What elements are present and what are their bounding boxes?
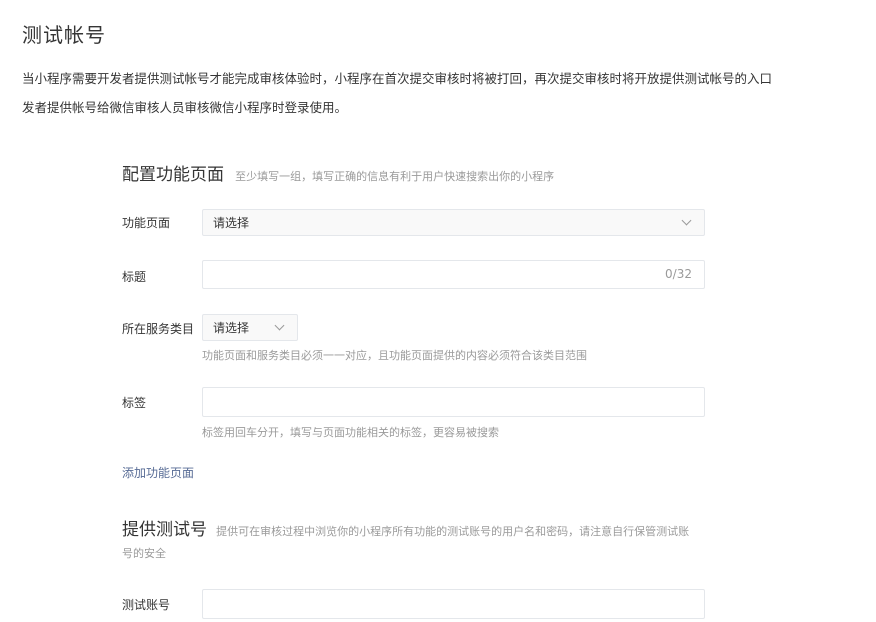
service-category-hint: 功能页面和服务类目必须一一对应，且功能页面提供的内容必须符合该类目范围 [202, 349, 587, 362]
intro-line-2: 发者提供帐号给微信审核人员审核微信小程序时登录使用。 [22, 100, 348, 115]
test-account-section-header: 提供测试号 提供可在审核过程中浏览你的小程序所有功能的测试账号的用户名和密码，请… [122, 516, 722, 545]
test-account-input[interactable] [202, 589, 705, 619]
chevron-down-icon [274, 320, 285, 331]
page-title: 测试帐号 [22, 23, 106, 47]
function-page-select-value: 请选择 [213, 216, 250, 230]
add-function-page-link[interactable]: 添加功能页面 [122, 464, 194, 481]
config-section-title: 配置功能页面 [122, 165, 224, 185]
title-input[interactable]: 0/32 [202, 260, 705, 289]
intro-text: 当小程序需要开发者提供测试帐号才能完成审核体验时，小程序在首次提交审核时将被打回… [22, 64, 876, 122]
test-account-label: 测试账号 [122, 598, 171, 612]
tags-input[interactable] [202, 387, 705, 417]
test-account-page: 测试帐号 当小程序需要开发者提供测试帐号才能完成审核体验时，小程序在首次提交审核… [0, 0, 876, 622]
title-char-counter: 0/32 [665, 267, 692, 281]
function-page-select[interactable]: 请选择 [202, 209, 705, 236]
chevron-down-icon [681, 215, 692, 226]
service-category-select[interactable]: 请选择 [202, 314, 298, 341]
function-page-label: 功能页面 [122, 216, 171, 230]
tags-label: 标签 [122, 396, 147, 410]
service-category-select-value: 请选择 [213, 321, 250, 335]
test-account-section-tip-cont: 号的安全 [122, 547, 166, 560]
tags-hint: 标签用回车分开，填写与页面功能相关的标签，更容易被搜索 [202, 426, 499, 439]
service-category-label: 所在服务类目 [122, 322, 195, 336]
test-account-section-tip: 提供可在审核过程中浏览你的小程序所有功能的测试账号的用户名和密码，请注意自行保管… [216, 525, 690, 538]
test-account-section-title: 提供测试号 [122, 520, 207, 540]
title-label: 标题 [122, 270, 147, 284]
config-section-tip: 至少填写一组，填写正确的信息有利于用户快速搜索出你的小程序 [235, 170, 555, 183]
intro-line-1: 当小程序需要开发者提供测试帐号才能完成审核体验时，小程序在首次提交审核时将被打回… [22, 71, 773, 86]
config-section-header: 配置功能页面 至少填写一组，填写正确的信息有利于用户快速搜索出你的小程序 [122, 160, 554, 185]
